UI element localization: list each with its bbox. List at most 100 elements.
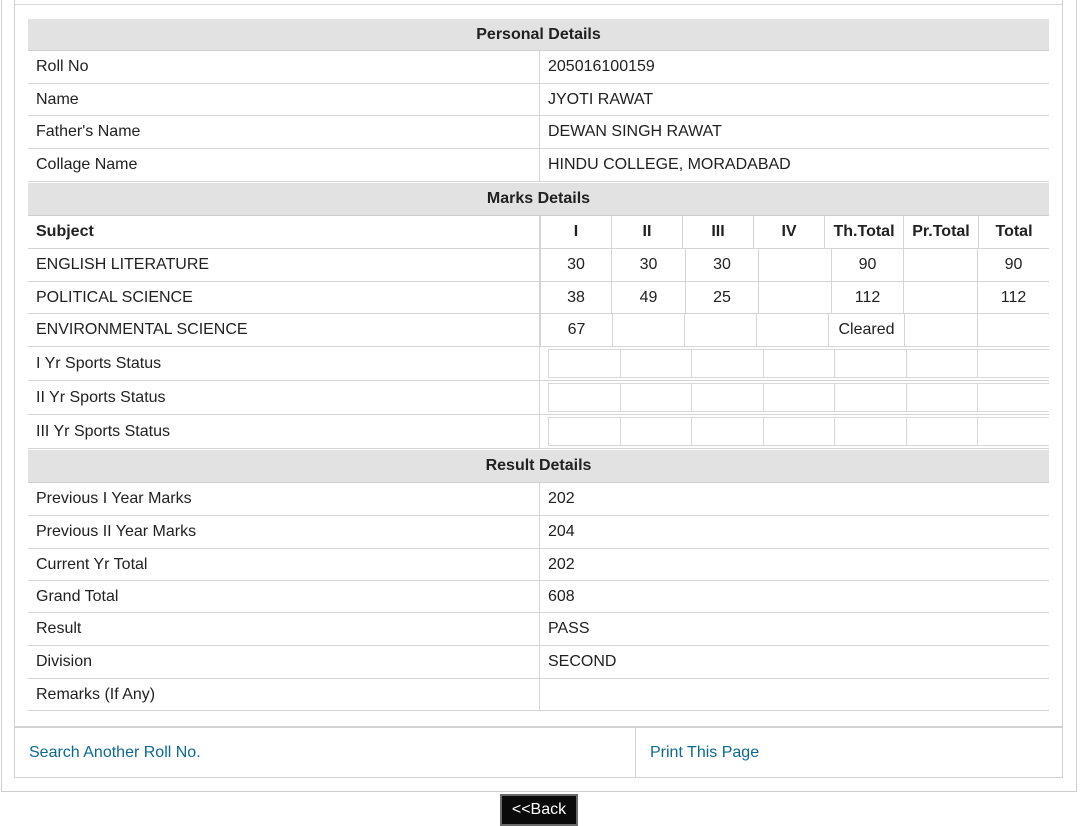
field-label: Previous II Year Marks — [28, 516, 540, 548]
field-label: Division — [28, 646, 540, 678]
row-college-name: Collage Name HINDU COLLEGE, MORADABAD — [28, 149, 1049, 182]
mark-cell — [903, 249, 977, 281]
col-header-iii: III — [682, 216, 753, 248]
field-value — [548, 679, 1049, 710]
marks-row-environmental-science: ENVIRONMENTAL SCIENCE 67 Cleared — [28, 314, 1049, 347]
sports-cell — [763, 383, 834, 412]
print-page-link[interactable]: Print This Page — [650, 728, 759, 777]
sports-cell — [834, 417, 906, 446]
section-title: Marks Details — [486, 190, 591, 207]
col-header-i: I — [540, 216, 611, 248]
col-header-pr-total: Pr.Total — [903, 216, 978, 248]
marks-header-row: Subject I II III IV Th.Total Pr.Total To… — [28, 216, 1049, 249]
sports-cell — [548, 349, 620, 378]
subject-name: ENVIRONMENTAL SCIENCE — [28, 314, 540, 346]
sports-cell — [691, 417, 763, 446]
mark-cell — [684, 314, 756, 346]
field-label: Grand Total — [28, 581, 540, 612]
mark-cell — [756, 314, 828, 346]
row-division: Division SECOND — [28, 646, 1049, 679]
mark-cell: 49 — [611, 282, 685, 313]
col-header-total: Total — [978, 216, 1049, 248]
marks-row-political-science: POLITICAL SCIENCE 38 49 25 112 112 — [28, 282, 1049, 314]
sports-cell — [906, 383, 977, 412]
mark-cell: 30 — [540, 249, 611, 281]
search-another-roll-link[interactable]: Search Another Roll No. — [29, 728, 201, 777]
field-label: Father's Name — [28, 116, 540, 148]
sports-cell — [691, 383, 763, 412]
row-result: Result PASS — [28, 613, 1049, 646]
mark-cell — [612, 314, 684, 346]
row-roll-no: Roll No 205016100159 — [28, 51, 1049, 84]
row-remarks: Remarks (If Any) — [28, 679, 1049, 711]
field-value: PASS — [548, 620, 590, 637]
row-grand-total: Grand Total 608 — [28, 581, 1049, 613]
sports-label: II Yr Sports Status — [28, 381, 540, 414]
sports-row-ii-yr: II Yr Sports Status — [28, 381, 1049, 415]
mark-cell — [758, 249, 831, 281]
mark-cell: 30 — [611, 249, 685, 281]
subject-name: ENGLISH LITERATURE — [28, 249, 540, 281]
mark-cell: 30 — [685, 249, 758, 281]
top-divider — [14, 4, 1063, 5]
mark-cell: Cleared — [828, 314, 904, 346]
mark-cell — [977, 314, 1049, 346]
field-label: Previous I Year Marks — [28, 483, 540, 515]
field-value: HINDU COLLEGE, MORADABAD — [548, 156, 791, 173]
mark-cell: 38 — [540, 282, 611, 313]
sports-row-i-yr: I Yr Sports Status — [28, 347, 1049, 381]
field-label: Collage Name — [28, 149, 540, 181]
sports-cell — [906, 417, 977, 446]
field-value: JYOTI RAWAT — [548, 90, 654, 108]
sports-cell — [906, 349, 977, 378]
section-marks-details: Marks Details — [28, 182, 1049, 216]
sports-cell — [620, 349, 691, 378]
row-name: Name JYOTI RAWAT — [28, 84, 1049, 116]
col-header-ii: II — [611, 216, 682, 248]
sports-row-iii-yr: III Yr Sports Status — [28, 415, 1049, 449]
mark-cell: 67 — [540, 314, 612, 346]
row-fathers-name: Father's Name DEWAN SINGH RAWAT — [28, 116, 1049, 149]
mark-cell — [904, 314, 977, 346]
sports-cell — [620, 417, 691, 446]
field-value: SECOND — [548, 653, 617, 670]
sports-cell — [620, 383, 691, 412]
col-header-iv: IV — [753, 216, 824, 248]
sports-cell — [977, 349, 1049, 378]
sports-label: III Yr Sports Status — [28, 415, 540, 448]
sports-cell — [763, 349, 834, 378]
back-button[interactable]: <<Back — [500, 794, 578, 826]
col-header-subject: Subject — [28, 216, 540, 248]
sports-cell — [977, 417, 1049, 446]
field-value: 202 — [548, 490, 575, 507]
action-links-bar: Search Another Roll No. Print This Page — [14, 727, 1063, 778]
mark-cell: 112 — [831, 282, 903, 313]
section-title: Personal Details — [476, 25, 601, 43]
field-label: Name — [28, 84, 540, 115]
sports-cell — [834, 349, 906, 378]
row-prev-i-year-marks: Previous I Year Marks 202 — [28, 483, 1049, 516]
row-current-yr-total: Current Yr Total 202 — [28, 549, 1049, 581]
links-divider — [635, 728, 636, 777]
marks-row-english-literature: ENGLISH LITERATURE 30 30 30 90 90 — [28, 249, 1049, 282]
field-value: 608 — [548, 587, 575, 605]
sports-label: I Yr Sports Status — [28, 347, 540, 380]
mark-cell — [758, 282, 831, 313]
col-header-th-total: Th.Total — [824, 216, 903, 248]
sports-cell — [834, 383, 906, 412]
mark-cell: 112 — [977, 282, 1049, 313]
sports-cell — [763, 417, 834, 446]
subject-name: POLITICAL SCIENCE — [28, 282, 540, 313]
field-label: Result — [28, 613, 540, 645]
field-value: DEWAN SINGH RAWAT — [548, 123, 722, 140]
mark-cell: 25 — [685, 282, 758, 313]
field-label: Roll No — [28, 51, 540, 83]
sports-cell — [548, 417, 620, 446]
mark-cell: 90 — [831, 249, 903, 281]
field-value: 205016100159 — [548, 58, 655, 75]
row-prev-ii-year-marks: Previous II Year Marks 204 — [28, 516, 1049, 549]
mark-cell: 90 — [977, 249, 1049, 281]
field-value: 204 — [548, 523, 575, 540]
section-personal-details: Personal Details — [28, 18, 1049, 51]
field-label: Current Yr Total — [28, 549, 540, 580]
